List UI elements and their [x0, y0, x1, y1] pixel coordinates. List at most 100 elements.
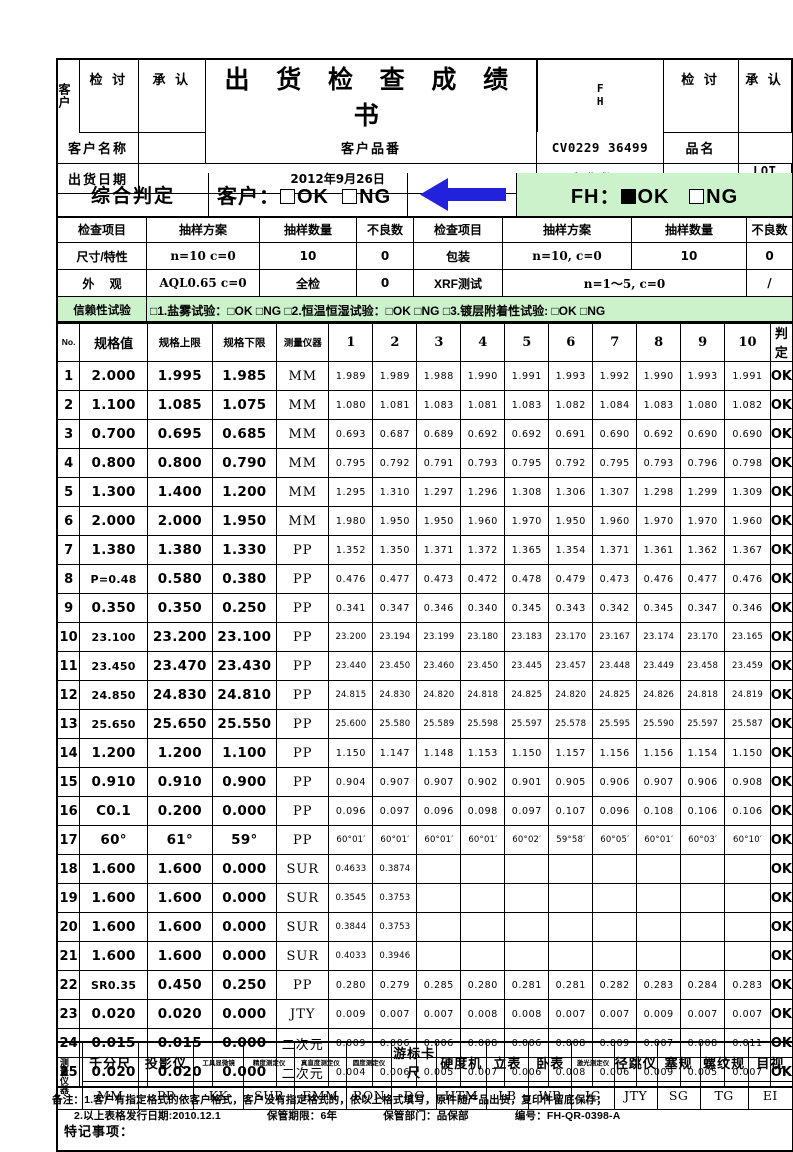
row-measurement-8[interactable]: 60°01′	[637, 826, 681, 855]
row-measurement-1[interactable]: 0.4633	[329, 855, 373, 884]
row-measurement-5[interactable]: 23.183	[505, 623, 549, 652]
row-measurement-2[interactable]: 23.450	[373, 652, 417, 681]
row-measurement-4[interactable]: 1.153	[461, 739, 505, 768]
row-measurement-4[interactable]: 1.296	[461, 478, 505, 507]
row-measurement-5[interactable]: 23.445	[505, 652, 549, 681]
row-measurement-10[interactable]	[725, 884, 771, 913]
row-measurement-5[interactable]: 25.597	[505, 710, 549, 739]
row-measurement-6[interactable]: 0.479	[549, 565, 593, 594]
row-measurement-3[interactable]: 0.007	[417, 1000, 461, 1029]
row-measurement-7[interactable]: 1.992	[593, 362, 637, 391]
row-measurement-2[interactable]: 0.687	[373, 420, 417, 449]
row-measurement-3[interactable]: 23.460	[417, 652, 461, 681]
row-measurement-4[interactable]	[461, 942, 505, 971]
customer-ng-checkbox[interactable]	[342, 189, 357, 204]
row-measurement-3[interactable]: 23.199	[417, 623, 461, 652]
row-measurement-10[interactable]: 23.459	[725, 652, 771, 681]
row-measurement-4[interactable]: 0.280	[461, 971, 505, 1000]
row-measurement-7[interactable]	[593, 855, 637, 884]
row-measurement-8[interactable]	[637, 942, 681, 971]
row-measurement-5[interactable]: 0.478	[505, 565, 549, 594]
row-measurement-6[interactable]: 0.792	[549, 449, 593, 478]
row-measurement-8[interactable]: 0.009	[637, 1000, 681, 1029]
row-measurement-2[interactable]: 0.007	[373, 1000, 417, 1029]
row-measurement-7[interactable]: 0.690	[593, 420, 637, 449]
row-measurement-3[interactable]	[417, 913, 461, 942]
row-measurement-5[interactable]: 60°02′	[505, 826, 549, 855]
row-measurement-2[interactable]: 0.907	[373, 768, 417, 797]
row-measurement-2[interactable]: 0.477	[373, 565, 417, 594]
row-measurement-5[interactable]: 1.991	[505, 362, 549, 391]
row-measurement-1[interactable]: 1.989	[329, 362, 373, 391]
row-measurement-10[interactable]: 60°10′	[725, 826, 771, 855]
row-measurement-5[interactable]: 0.345	[505, 594, 549, 623]
product-name-value[interactable]	[738, 132, 793, 163]
row-measurement-9[interactable]: 23.170	[681, 623, 725, 652]
row-measurement-1[interactable]: 24.815	[329, 681, 373, 710]
row-measurement-10[interactable]: 1.367	[725, 536, 771, 565]
row-measurement-3[interactable]: 0.689	[417, 420, 461, 449]
row-measurement-7[interactable]: 1.960	[593, 507, 637, 536]
row-measurement-2[interactable]: 1.350	[373, 536, 417, 565]
row-measurement-6[interactable]	[549, 855, 593, 884]
row-measurement-1[interactable]: 1.150	[329, 739, 373, 768]
row-measurement-7[interactable]: 0.342	[593, 594, 637, 623]
row-measurement-4[interactable]: 24.818	[461, 681, 505, 710]
row-measurement-6[interactable]: 0.107	[549, 797, 593, 826]
row-measurement-1[interactable]: 0.096	[329, 797, 373, 826]
row-measurement-9[interactable]	[681, 855, 725, 884]
row-measurement-10[interactable]: 1.991	[725, 362, 771, 391]
row-measurement-2[interactable]: 0.3946	[373, 942, 417, 971]
row-measurement-7[interactable]: 1.084	[593, 391, 637, 420]
row-measurement-10[interactable]: 0.007	[725, 1000, 771, 1029]
row-measurement-2[interactable]: 1.950	[373, 507, 417, 536]
row-measurement-8[interactable]: 1.156	[637, 739, 681, 768]
customer-approve-signature[interactable]	[138, 96, 205, 132]
row-measurement-10[interactable]	[725, 855, 771, 884]
row-measurement-2[interactable]: 0.3874	[373, 855, 417, 884]
row-measurement-9[interactable]: 60°03′	[681, 826, 725, 855]
row-measurement-8[interactable]: 23.449	[637, 652, 681, 681]
fh-review-signature[interactable]	[663, 96, 738, 132]
row-measurement-3[interactable]: 1.950	[417, 507, 461, 536]
row-measurement-5[interactable]: 1.083	[505, 391, 549, 420]
row-measurement-9[interactable]	[681, 913, 725, 942]
row-measurement-9[interactable]: 0.477	[681, 565, 725, 594]
row-measurement-7[interactable]: 23.167	[593, 623, 637, 652]
row-measurement-9[interactable]: 0.284	[681, 971, 725, 1000]
row-measurement-9[interactable]: 1.362	[681, 536, 725, 565]
row-measurement-6[interactable]: 0.281	[549, 971, 593, 1000]
row-measurement-9[interactable]	[681, 884, 725, 913]
row-measurement-6[interactable]	[549, 942, 593, 971]
row-measurement-4[interactable]: 1.990	[461, 362, 505, 391]
row-measurement-10[interactable]: 0.283	[725, 971, 771, 1000]
row-measurement-5[interactable]: 1.308	[505, 478, 549, 507]
row-measurement-4[interactable]: 0.340	[461, 594, 505, 623]
row-measurement-4[interactable]: 0.098	[461, 797, 505, 826]
row-measurement-10[interactable]: 25.587	[725, 710, 771, 739]
row-measurement-6[interactable]	[549, 884, 593, 913]
row-measurement-4[interactable]: 23.450	[461, 652, 505, 681]
row-measurement-1[interactable]: 1.352	[329, 536, 373, 565]
row-measurement-5[interactable]: 0.901	[505, 768, 549, 797]
row-measurement-6[interactable]: 0.691	[549, 420, 593, 449]
row-measurement-5[interactable]: 0.008	[505, 1000, 549, 1029]
row-measurement-6[interactable]: 23.457	[549, 652, 593, 681]
row-measurement-3[interactable]: 60°01′	[417, 826, 461, 855]
row-measurement-1[interactable]: 0.904	[329, 768, 373, 797]
row-measurement-8[interactable]: 1.970	[637, 507, 681, 536]
row-measurement-5[interactable]	[505, 884, 549, 913]
row-measurement-4[interactable]: 0.472	[461, 565, 505, 594]
row-measurement-3[interactable]: 0.096	[417, 797, 461, 826]
row-measurement-10[interactable]: 0.908	[725, 768, 771, 797]
row-measurement-9[interactable]: 25.597	[681, 710, 725, 739]
row-measurement-1[interactable]: 23.440	[329, 652, 373, 681]
row-measurement-8[interactable]: 0.692	[637, 420, 681, 449]
row-measurement-2[interactable]: 23.194	[373, 623, 417, 652]
row-measurement-7[interactable]: 24.825	[593, 681, 637, 710]
row-measurement-1[interactable]: 0.795	[329, 449, 373, 478]
row-measurement-2[interactable]: 25.580	[373, 710, 417, 739]
row-measurement-10[interactable]: 1.960	[725, 507, 771, 536]
row-measurement-6[interactable]: 25.578	[549, 710, 593, 739]
row-measurement-3[interactable]: 0.285	[417, 971, 461, 1000]
